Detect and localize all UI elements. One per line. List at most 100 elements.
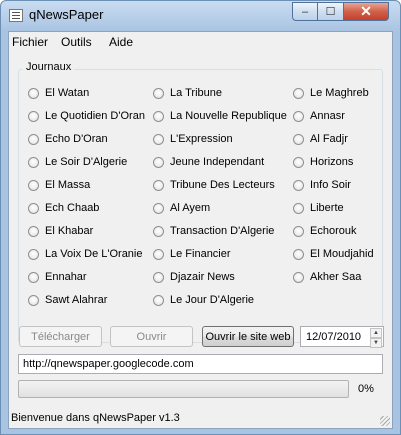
radio-circle-icon[interactable]	[28, 248, 39, 260]
newspaper-radio[interactable]: Al Fadjr	[293, 133, 348, 145]
newspaper-radio-label: Tribune Des Lecteurs	[170, 179, 275, 191]
radio-circle-icon[interactable]	[28, 294, 39, 306]
newspaper-radio[interactable]: Ech Chaab	[28, 202, 99, 214]
newspaper-radio[interactable]: Le Soir D'Algerie	[28, 156, 127, 168]
newspaper-radio-label: Echorouk	[310, 225, 357, 237]
newspaper-radio[interactable]: Le Jour D'Algerie	[153, 294, 254, 306]
spin-down-icon[interactable]: ▼	[370, 338, 382, 348]
maximize-button[interactable]: ☐	[317, 2, 344, 21]
newspaper-radio[interactable]: Echo D'Oran	[28, 133, 108, 145]
newspaper-radio[interactable]: Transaction D'Algerie	[153, 225, 274, 237]
newspaper-radio-label: Akher Saa	[310, 271, 362, 283]
menu-fichier[interactable]: Fichier	[12, 35, 48, 49]
radio-circle-icon[interactable]	[293, 225, 304, 237]
newspaper-radio[interactable]: L'Expression	[153, 133, 233, 145]
newspaper-radio[interactable]: El Moudjahid	[293, 248, 374, 260]
resize-grip-icon[interactable]	[380, 416, 390, 426]
newspaper-radio[interactable]: Tribune Des Lecteurs	[153, 179, 275, 191]
radio-circle-icon[interactable]	[293, 110, 304, 122]
newspaper-radio-label: La Tribune	[170, 87, 222, 99]
newspaper-radio[interactable]: Jeune Independant	[153, 156, 264, 168]
newspaper-radio[interactable]: Annasr	[293, 110, 345, 122]
newspaper-radio[interactable]: Le Financier	[153, 248, 231, 260]
date-edit[interactable]: 12/07/2010 ▲ ▼	[300, 326, 384, 348]
newspaper-radio-label: El Moudjahid	[310, 248, 374, 260]
radio-circle-icon[interactable]	[293, 179, 304, 191]
newspaper-radio-label: El Watan	[45, 87, 90, 99]
newspaper-radio[interactable]: La Nouvelle Republique	[153, 110, 287, 122]
date-spinner[interactable]: ▲ ▼	[370, 328, 382, 348]
radio-circle-icon[interactable]	[153, 225, 164, 237]
radio-circle-icon[interactable]	[153, 248, 164, 260]
app-icon[interactable]	[9, 9, 23, 22]
newspaper-radio[interactable]: Horizons	[293, 156, 353, 168]
newspaper-radio-label: Annasr	[310, 110, 345, 122]
open-website-button[interactable]: Ouvrir le site web	[202, 326, 294, 347]
newspaper-radio[interactable]: Al Ayem	[153, 202, 210, 214]
date-value: 12/07/2010	[306, 331, 362, 343]
radio-circle-icon[interactable]	[153, 87, 164, 99]
open-button[interactable]: Ouvrir	[110, 326, 193, 347]
radio-circle-icon[interactable]	[153, 133, 164, 145]
newspaper-radio[interactable]: Liberte	[293, 202, 344, 214]
close-button[interactable]: ✕	[343, 2, 389, 21]
newspaper-radio-label: Jeune Independant	[170, 156, 265, 168]
radio-circle-icon[interactable]	[293, 271, 304, 283]
newspaper-radio[interactable]: Akher Saa	[293, 271, 361, 283]
radio-circle-icon[interactable]	[28, 271, 39, 283]
newspaper-radio[interactable]: El Khabar	[28, 225, 93, 237]
newspaper-radio[interactable]: La Tribune	[153, 87, 222, 99]
newspaper-radio[interactable]: Info Soir	[293, 179, 351, 191]
download-button[interactable]: Télécharger	[19, 326, 102, 347]
title-bar[interactable]: qNewsPaper – ☐ ✕	[1, 1, 400, 31]
newspaper-radio[interactable]: Le Maghreb	[293, 87, 369, 99]
newspaper-radio[interactable]: Sawt Alahrar	[28, 294, 107, 306]
radio-circle-icon[interactable]	[153, 110, 164, 122]
newspaper-radio-label: Ech Chaab	[45, 202, 100, 214]
newspaper-radio[interactable]: La Voix De L'Oranie	[28, 248, 143, 260]
newspaper-radio-label: La Nouvelle Republique	[170, 110, 287, 122]
status-bar-text: Bienvenue dans qNewsPaper v1.3	[11, 412, 180, 424]
newspaper-radio-label: Transaction D'Algerie	[170, 225, 275, 237]
newspaper-radio[interactable]: El Massa	[28, 179, 90, 191]
main-panel: Fichier Outils Aide Journaux El Watan Le …	[8, 31, 393, 429]
radio-circle-icon[interactable]	[28, 133, 39, 145]
newspaper-radio-label: Le Jour D'Algerie	[170, 294, 255, 306]
newspaper-radio[interactable]: Le Quotidien D'Oran	[28, 110, 145, 122]
menu-outils[interactable]: Outils	[61, 35, 92, 49]
newspaper-radio-label: Horizons	[310, 156, 354, 168]
newspaper-radio[interactable]: Ennahar	[28, 271, 87, 283]
newspaper-radio-label: Al Ayem	[170, 202, 211, 214]
newspaper-radio[interactable]: Djazair News	[153, 271, 235, 283]
radio-circle-icon[interactable]	[153, 294, 164, 306]
radio-circle-icon[interactable]	[293, 87, 304, 99]
newspaper-radio-label: El Massa	[45, 179, 91, 191]
radio-circle-icon[interactable]	[28, 156, 39, 168]
url-field[interactable]: http://qnewspaper.googlecode.com	[18, 354, 383, 374]
radio-circle-icon[interactable]	[28, 225, 39, 237]
radio-circle-icon[interactable]	[293, 156, 304, 168]
radio-circle-icon[interactable]	[293, 133, 304, 145]
newspaper-radio-label: Le Quotidien D'Oran	[45, 110, 145, 122]
journaux-group-title: Journaux	[23, 61, 75, 73]
radio-circle-icon[interactable]	[153, 179, 164, 191]
newspaper-radio-label: Al Fadjr	[310, 133, 348, 145]
app-window: qNewsPaper – ☐ ✕ Fichier Outils Aide Jou…	[0, 0, 401, 435]
radio-circle-icon[interactable]	[28, 179, 39, 191]
spin-up-icon[interactable]: ▲	[370, 328, 382, 338]
newspaper-radio[interactable]: El Watan	[28, 87, 89, 99]
radio-circle-icon[interactable]	[153, 271, 164, 283]
radio-circle-icon[interactable]	[28, 87, 39, 99]
radio-circle-icon[interactable]	[293, 202, 304, 214]
radio-circle-icon[interactable]	[293, 248, 304, 260]
newspaper-radio-label: Liberte	[310, 202, 344, 214]
radio-circle-icon[interactable]	[28, 202, 39, 214]
newspaper-radio[interactable]: Echorouk	[293, 225, 356, 237]
menu-aide[interactable]: Aide	[109, 35, 133, 49]
radio-circle-icon[interactable]	[28, 110, 39, 122]
minimize-button[interactable]: –	[292, 2, 318, 21]
newspaper-radio-label: Ennahar	[45, 271, 87, 283]
radio-circle-icon[interactable]	[153, 202, 164, 214]
radio-circle-icon[interactable]	[153, 156, 164, 168]
newspaper-radio-label: Echo D'Oran	[45, 133, 108, 145]
